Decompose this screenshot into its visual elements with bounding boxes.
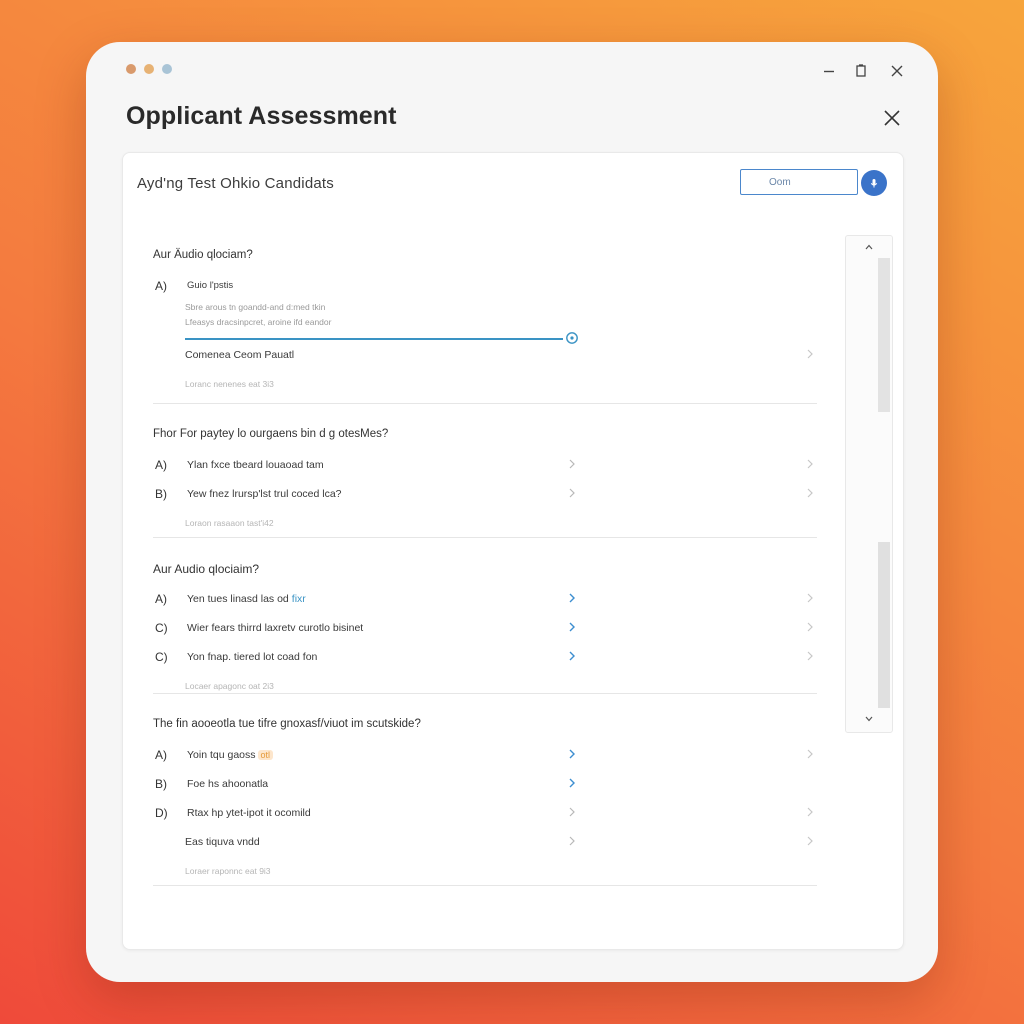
chevron-right-icon bbox=[567, 592, 577, 604]
option-row[interactable]: A) Ylan fxce tbeard louaoad tam bbox=[153, 450, 817, 479]
option-text: Ylan fxce tbeard louaoad tam bbox=[187, 458, 324, 471]
window-dot-close[interactable] bbox=[126, 64, 136, 74]
option-text: Eas tiquva vndd bbox=[185, 835, 260, 848]
question-block: Aur Audio qlociaim? A) Yen tues linasd l… bbox=[153, 538, 817, 694]
option-text: Yen tues linasd las od bbox=[187, 592, 289, 605]
textarea-line: Sbre arous tn goandd-and d:med tkin bbox=[185, 302, 326, 312]
option-letter: D) bbox=[155, 805, 168, 820]
textarea-line: Lfeasys dracsinpcret, aroine ifd eandor bbox=[185, 317, 332, 327]
chevron-right-icon bbox=[567, 621, 577, 633]
option-link-text[interactable]: fixr bbox=[292, 593, 306, 605]
option-row[interactable]: B) Yew fnez lrursp'lst trul coced lca? bbox=[153, 479, 817, 508]
search-input[interactable] bbox=[740, 169, 858, 195]
option-row[interactable]: B) Foe hs ahoonatla bbox=[153, 769, 817, 798]
chevron-right-icon bbox=[567, 806, 577, 818]
scrollbar[interactable] bbox=[845, 235, 893, 733]
chevron-right-icon bbox=[567, 650, 577, 662]
option-row[interactable]: C) Yon fnap. tiered lot coad fon bbox=[153, 642, 817, 671]
option-text: Comenea Ceom Pauatl bbox=[185, 348, 295, 361]
option-text: Foe hs ahoonatla bbox=[187, 777, 269, 790]
scroll-track bbox=[878, 258, 890, 412]
chevron-right-icon bbox=[805, 348, 815, 360]
option-badge: otl bbox=[257, 749, 274, 760]
option-row[interactable]: C) Wier fears thirrd laxretv curotlo bis… bbox=[153, 613, 817, 642]
option-row[interactable]: Comenea Ceom Pauatl bbox=[153, 340, 817, 369]
question-title: The fin aooeotla tue tifre gnoxasf/viuot… bbox=[153, 718, 421, 730]
option-letter: B) bbox=[155, 486, 167, 501]
chevron-right-icon bbox=[805, 835, 815, 847]
question-title: Fhor For paytey lo ourgaens bin d g otes… bbox=[153, 428, 389, 440]
option-text: Guio l'pstis bbox=[187, 280, 234, 291]
option-letter: C) bbox=[155, 620, 168, 635]
assessment-window: Opplicant Assessment Ayd'ng Test Ohkio C… bbox=[86, 42, 938, 982]
question-footer: Loraer raponnc eat 9i3 bbox=[185, 866, 271, 876]
window-dot-zoom[interactable] bbox=[162, 64, 172, 74]
chevron-right-icon bbox=[805, 650, 815, 662]
option-row[interactable]: Eas tiquva vndd bbox=[153, 827, 817, 856]
window-dot-minimize[interactable] bbox=[144, 64, 154, 74]
card-title: Ayd'ng Test Ohkio Candidats bbox=[137, 175, 334, 192]
option-letter: A) bbox=[155, 457, 167, 472]
chevron-down-icon[interactable] bbox=[862, 712, 876, 726]
mic-button[interactable] bbox=[861, 170, 887, 196]
option-letter: B) bbox=[155, 776, 167, 791]
option-text: Yon fnap. tiered lot coad fon bbox=[187, 650, 318, 663]
chevron-right-icon bbox=[805, 592, 815, 604]
option-row[interactable]: D) Rtax hp ytet-ipot it ocomild bbox=[153, 798, 817, 827]
chevron-right-icon bbox=[567, 748, 577, 760]
chevron-right-icon bbox=[567, 458, 577, 470]
question-footer: Loranc nenenes eat 3i3 bbox=[185, 379, 274, 389]
question-title: Aur Audio qlociaim? bbox=[153, 562, 260, 576]
chevron-right-icon bbox=[805, 487, 815, 499]
chevron-right-icon bbox=[567, 487, 577, 499]
option-letter: A) bbox=[155, 747, 167, 762]
assessment-card: Ayd'ng Test Ohkio Candidats 62 Aur Äudio… bbox=[122, 152, 904, 950]
answer-textarea[interactable]: Sbre arous tn goandd-and d:med tkin Lfea… bbox=[153, 300, 817, 344]
window-dots bbox=[126, 64, 172, 74]
question-footer: Loraon rasaaon tast'i42 bbox=[185, 518, 274, 528]
option-row[interactable]: A) Yen tues linasd las od fixr bbox=[153, 584, 817, 613]
option-row[interactable]: A) Yoin tqu gaoss otl bbox=[153, 740, 817, 769]
chevron-right-icon bbox=[805, 748, 815, 760]
dialog-close-icon[interactable] bbox=[880, 106, 904, 130]
mic-icon bbox=[870, 179, 878, 188]
chevron-right-icon bbox=[567, 835, 577, 847]
question-block: Aur Äudio qlociam? A) Guio l'pstis Sbre … bbox=[153, 237, 817, 404]
option-letter: C) bbox=[155, 649, 168, 664]
question-list: Aur Äudio qlociam? A) Guio l'pstis Sbre … bbox=[153, 237, 817, 886]
scroll-thumb[interactable] bbox=[878, 542, 890, 708]
page-title: Opplicant Assessment bbox=[126, 102, 397, 130]
chevron-up-icon[interactable] bbox=[862, 240, 876, 254]
chevron-right-icon bbox=[805, 621, 815, 633]
option-text: Yoin tqu gaoss bbox=[187, 748, 256, 761]
window-close-icon[interactable] bbox=[886, 60, 908, 82]
question-block: The fin aooeotla tue tifre gnoxasf/viuot… bbox=[153, 694, 817, 886]
chevron-right-icon bbox=[805, 458, 815, 470]
maximize-icon[interactable] bbox=[850, 60, 872, 82]
option-row[interactable]: A) Guio l'pstis bbox=[153, 271, 817, 300]
question-block: Fhor For paytey lo ourgaens bin d g otes… bbox=[153, 404, 817, 538]
option-letter: A) bbox=[155, 278, 167, 293]
option-letter: A) bbox=[155, 591, 167, 606]
option-text: Wier fears thirrd laxretv curotlo bisine… bbox=[187, 621, 364, 634]
minimize-icon[interactable] bbox=[818, 60, 840, 82]
question-title: Aur Äudio qlociam? bbox=[153, 249, 253, 261]
chevron-right-icon bbox=[805, 806, 815, 818]
chevron-right-icon bbox=[567, 777, 577, 789]
option-text: Rtax hp ytet-ipot it ocomild bbox=[187, 806, 311, 819]
option-text: Yew fnez lrursp'lst trul coced lca? bbox=[187, 487, 342, 500]
